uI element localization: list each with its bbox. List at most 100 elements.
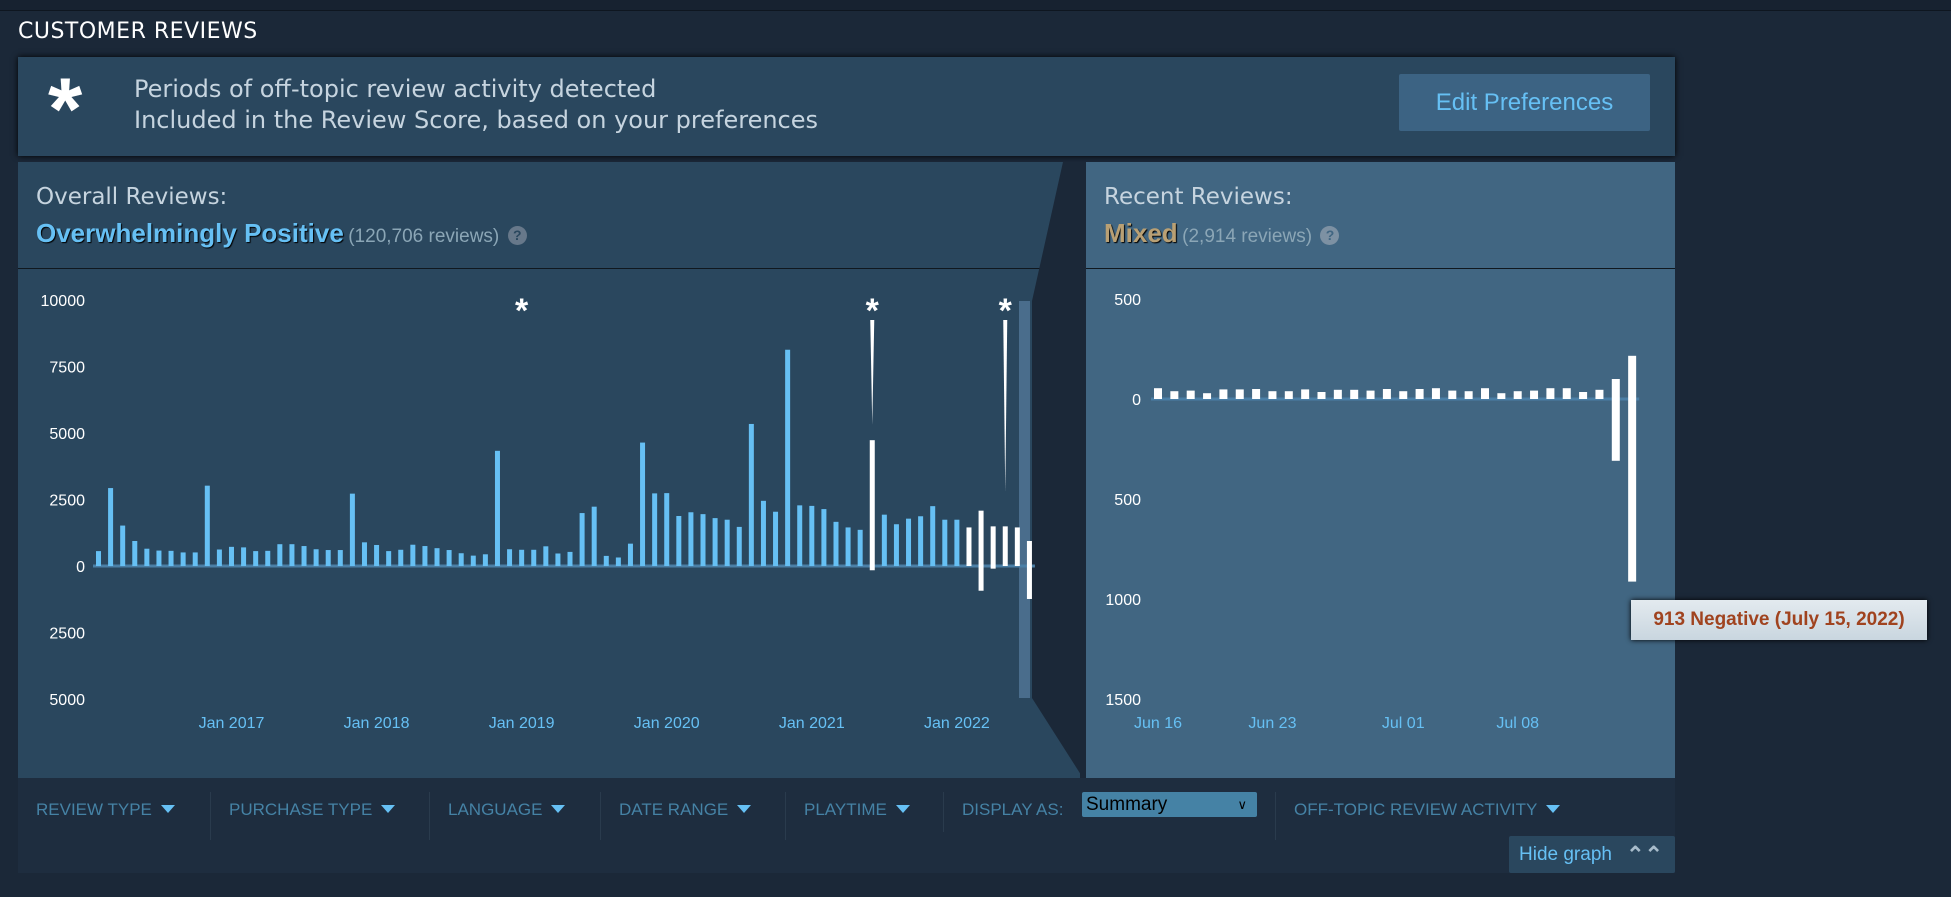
positive-bar [1170,391,1179,399]
positive-bar [857,529,863,566]
positive-bar [507,549,513,566]
off-topic-asterisk-icon: * [515,292,529,330]
x-tick-label: Jul 08 [1496,715,1539,732]
positive-bar [978,510,984,566]
positive-bar [615,557,621,566]
positive-bar [1317,392,1326,399]
positive-bar [241,547,247,566]
negative-bar [869,566,875,571]
filter-bar: REVIEW TYPE PURCHASE TYPE LANGUAGE DATE … [18,778,1675,873]
display-as-select[interactable]: Summary ∨ [1082,792,1257,817]
positive-bar [470,555,476,566]
y-tick-label: 0 [1132,392,1141,409]
positive-bar [398,549,404,566]
dropdown-arrow-icon [551,805,566,813]
hide-graph-button[interactable]: Hide graph ⌃⌃ [1509,836,1675,873]
positive-bar [640,442,646,566]
negative-bar [1628,399,1637,582]
positive-bar [773,511,779,566]
filter-label: PURCHASE TYPE [229,800,373,819]
positive-bar [301,546,307,566]
positive-bar [216,549,222,566]
positive-bar [664,493,670,566]
dropdown-arrow-icon [160,805,175,813]
positive-bar [1366,390,1375,399]
hide-graph-label: Hide graph [1519,844,1612,865]
positive-bar [337,550,343,566]
filter-label: OFF-TOPIC REVIEW ACTIVITY [1294,800,1538,819]
positive-bar [712,518,718,566]
positive-bar [1448,390,1457,399]
positive-bar [845,527,851,566]
filter-date-range[interactable]: DATE RANGE [600,792,752,840]
positive-bar [954,519,960,566]
positive-bar [1284,391,1293,399]
negative-bar [978,566,984,591]
off-topic-period-line [1003,320,1008,492]
filter-label: DISPLAY AS: [962,800,1064,819]
positive-bar [265,550,271,566]
positive-bar [906,518,912,566]
x-tick-label: Jan 2020 [634,715,700,732]
positive-bar [603,555,609,566]
negative-bar [1026,566,1032,599]
positive-bar [1014,527,1020,566]
positive-bar [361,542,367,566]
positive-bar [736,526,742,566]
positive-bar [591,506,597,566]
positive-bar [821,509,827,566]
x-tick-label: Jun 16 [1134,715,1182,732]
positive-bar [325,550,331,566]
positive-bar [349,493,355,566]
positive-bar [204,485,210,566]
positive-bar [869,440,875,566]
dropdown-arrow-icon [1546,805,1561,813]
positive-bar [458,553,464,566]
positive-bar [1595,389,1604,399]
positive-bar [700,514,706,566]
y-tick-label: 7500 [49,360,85,377]
positive-bar [797,505,803,566]
positive-bar [724,519,730,566]
x-tick-label: Jan 2017 [199,715,265,732]
positive-bar [1562,388,1571,399]
y-tick-label: 2500 [49,493,85,510]
positive-bar [1399,391,1408,399]
y-tick-label: 5000 [49,692,85,709]
positive-bar [422,546,428,566]
positive-bar [277,544,283,566]
filter-playtime[interactable]: PLAYTIME [785,792,910,840]
positive-bar [120,525,126,566]
filter-purchase-type[interactable]: PURCHASE TYPE [210,792,396,840]
positive-bar [1382,389,1391,399]
filter-language[interactable]: LANGUAGE [429,792,566,840]
positive-bar [434,548,440,566]
positive-bar [228,546,234,566]
positive-bar [567,551,573,566]
positive-bar [168,550,174,566]
positive-bar [1530,390,1539,399]
x-tick-label: Jan 2021 [779,715,845,732]
y-tick-label: 2500 [49,626,85,643]
bar-tooltip: 913 Negative (July 15, 2022) [1631,600,1927,640]
range-selector-handle[interactable] [1019,301,1030,698]
off-topic-period-line [870,320,875,425]
negative-bar [990,566,996,569]
positive-bar [386,551,392,566]
select-value: Summary [1086,794,1168,815]
positive-bar [1579,392,1588,399]
positive-bar [446,550,452,566]
positive-bar [1186,390,1195,399]
positive-bar [1002,526,1008,566]
filter-off-topic-activity[interactable]: OFF-TOPIC REVIEW ACTIVITY [1275,792,1561,840]
positive-bar [1268,391,1277,399]
positive-bar [1154,388,1162,399]
positive-bar [627,543,633,566]
positive-bar [1431,388,1440,399]
review-histograms: 10000750050002500025005000Jan 2017 Jan 20… [41,162,1640,778]
positive-bar [893,524,899,566]
range-connector [1032,162,1086,778]
filter-review-type[interactable]: REVIEW TYPE [18,792,175,840]
positive-bar [1235,389,1244,399]
positive-bar [253,551,259,566]
